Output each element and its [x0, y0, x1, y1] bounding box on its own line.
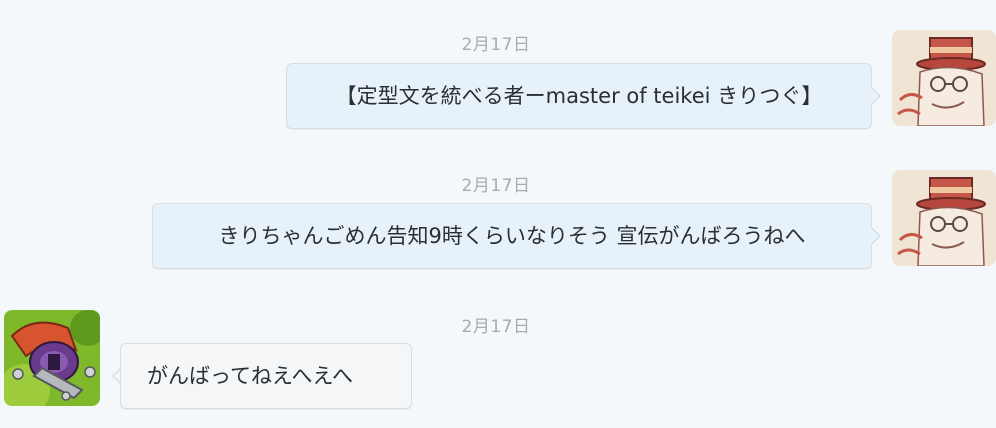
sent-message-bubble[interactable]: 【定型文を統べる者ーmaster of teikei きりつぐ】 [286, 63, 872, 129]
top-hat-character-icon[interactable] [892, 170, 996, 266]
message-text: がんばってねえへえへ [147, 364, 354, 388]
top-hat-character-icon[interactable] [892, 30, 996, 126]
message-timestamp: 2月17日 [461, 35, 531, 55]
message-timestamp: 2月17日 [461, 176, 531, 196]
message-text: きりちゃんごめん告知9時くらいなりそう 宣伝がんばろうねへ [218, 224, 806, 248]
message-timestamp: 2月17日 [461, 317, 531, 337]
robot-character-icon[interactable] [4, 310, 100, 406]
sent-message-bubble[interactable]: きりちゃんごめん告知9時くらいなりそう 宣伝がんばろうねへ [152, 203, 872, 269]
received-message-bubble[interactable]: がんばってねえへえへ [120, 343, 412, 409]
message-text: 【定型文を統べる者ーmaster of teikei きりつぐ】 [335, 84, 823, 108]
bubble-tail [871, 87, 881, 105]
bubble-tail [871, 227, 881, 245]
